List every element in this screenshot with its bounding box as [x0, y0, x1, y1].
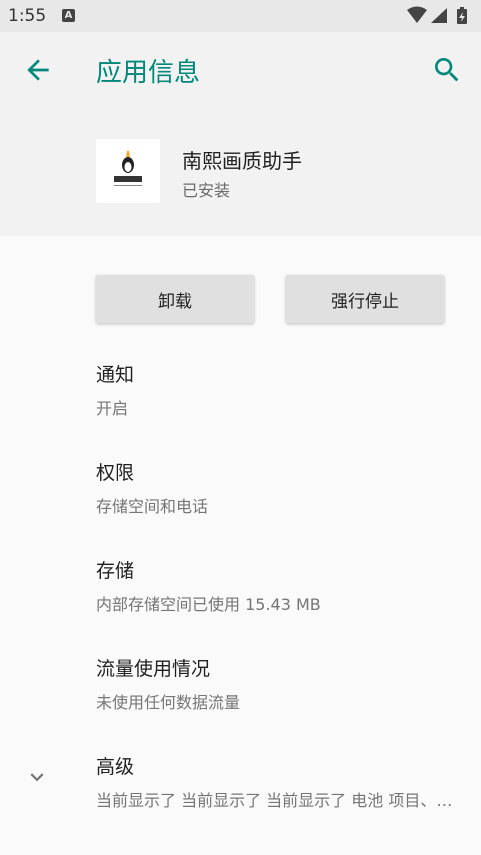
pref-permissions[interactable]: 权限 存储空间和电话	[96, 458, 466, 517]
pref-title: 存储	[96, 560, 135, 582]
pref-summary: 开启	[96, 399, 129, 418]
pref-title: 通知	[96, 364, 135, 386]
pref-summary: 当前显示了 当前显示了 当前显示了 电池 项目、默认打开	[96, 791, 462, 810]
status-icons	[407, 6, 473, 30]
pref-summary: 存储空间和电话	[96, 497, 209, 516]
status-bar: 1:55 A	[0, 0, 481, 32]
pref-data-usage[interactable]: 流量使用情况 未使用任何数据流量	[96, 654, 466, 713]
pref-notifications[interactable]: 通知 开启	[96, 360, 466, 419]
app-icon	[96, 139, 160, 203]
status-time: 1:55	[8, 6, 47, 26]
pref-storage[interactable]: 存储 内部存储空间已使用 15.43 MB	[96, 556, 466, 615]
page-title: 应用信息	[96, 58, 201, 88]
uninstall-button[interactable]: 卸载	[96, 275, 254, 323]
pref-title: 高级	[96, 756, 135, 778]
pref-summary: 未使用任何数据流量	[96, 693, 241, 712]
pref-advanced[interactable]: 高级 当前显示了 当前显示了 当前显示了 电池 项目、默认打开	[96, 752, 466, 811]
battery-charging-icon	[457, 7, 467, 24]
notification-icon: A	[62, 9, 75, 22]
cell-signal-icon	[431, 8, 447, 23]
app-install-status: 已安装	[182, 181, 231, 200]
pref-title: 权限	[96, 462, 135, 484]
arrow-left-icon[interactable]	[22, 54, 54, 86]
app-header: 应用信息 南熙画质助手 已安装	[0, 32, 481, 236]
force-stop-button[interactable]: 强行停止	[286, 275, 444, 323]
chevron-down-icon[interactable]	[24, 764, 50, 790]
wifi-icon	[407, 6, 427, 23]
app-logo-icon	[114, 151, 142, 186]
search-icon[interactable]	[431, 54, 463, 86]
app-name: 南熙画质助手	[182, 149, 302, 173]
pref-title: 流量使用情况	[96, 658, 211, 680]
pref-summary: 内部存储空间已使用 15.43 MB	[96, 595, 321, 614]
